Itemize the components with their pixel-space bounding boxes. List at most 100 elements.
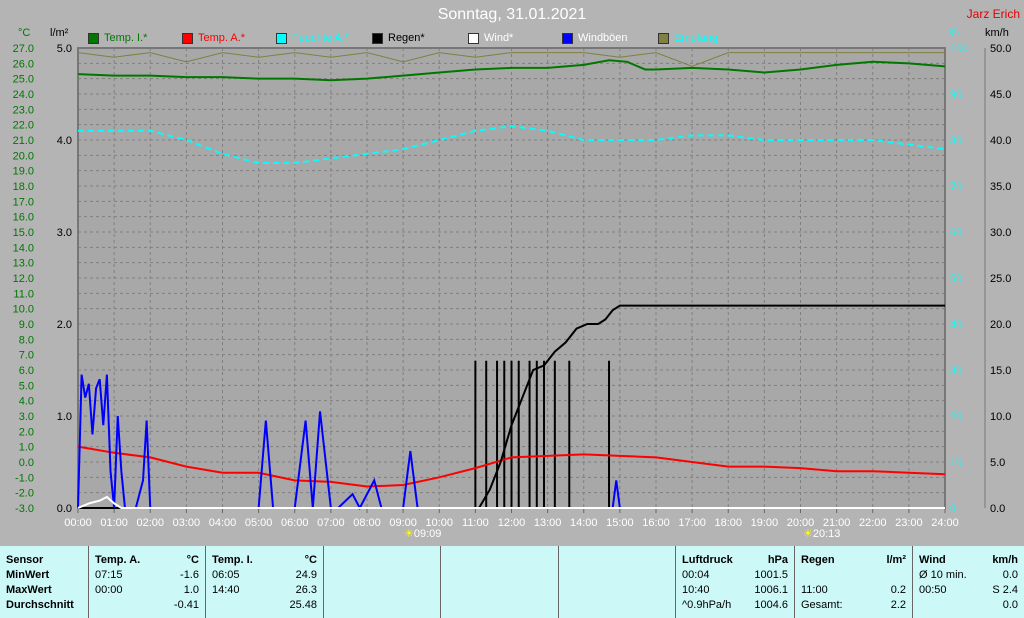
stats-table: Sensor MinWert MaxWert Durchschnitt Temp… <box>0 546 1024 618</box>
x-tick-label: 17:00 <box>678 517 706 529</box>
wind-tick-label: 20.0 <box>990 319 1011 331</box>
temp-tick-label: 12.0 <box>13 273 34 285</box>
rain-total: 2.2 <box>890 599 906 611</box>
temp-tick-label: -2.0 <box>15 488 34 500</box>
x-tick-label: 22:00 <box>859 517 887 529</box>
temp-tick-label: 6.0 <box>19 365 34 377</box>
sunrise-time: 09:09 <box>413 528 442 540</box>
rain-total-label: Gesamt: <box>801 599 843 611</box>
wind-tick-label: 5.0 <box>990 457 1005 469</box>
temp-tick-label: 11.0 <box>13 288 34 300</box>
temp-tick-label: 14.0 <box>13 242 34 254</box>
wind-head: Wind <box>919 554 946 566</box>
temp-a-max-time: 00:00 <box>95 584 123 596</box>
x-tick-label: 12:00 <box>498 517 526 529</box>
x-tick-label: 14:00 <box>570 517 598 529</box>
wind-last: 0.0 <box>1002 599 1018 611</box>
x-tick-label: 02:00 <box>136 517 164 529</box>
temp-a-avg: -0.41 <box>173 599 199 611</box>
x-tick-label: 04:00 <box>209 517 237 529</box>
temp-tick-label: 3.0 <box>19 411 34 423</box>
temp-tick-label: 23.0 <box>13 104 34 116</box>
temp-a-min: -1.6 <box>180 569 199 581</box>
wind-max: S 2.4 <box>992 584 1018 596</box>
press-max-time: 10:40 <box>682 584 710 596</box>
sunrise-marker: ☀09:09 <box>404 527 441 540</box>
press-head: Luftdruck <box>682 554 733 566</box>
x-tick-label: 19:00 <box>751 517 779 529</box>
x-tick-label: 13:00 <box>534 517 562 529</box>
hum-tick-label: 40 <box>950 319 962 331</box>
temp-i-min: 24.9 <box>295 569 317 581</box>
col-pressure: Luftdruck hPa 00:04 1001.5 10:40 1006.1 ^0.… <box>676 546 795 618</box>
rain-tick-label: 1.0 <box>57 411 72 423</box>
temp-tick-label: 22.0 <box>13 120 34 132</box>
temp-tick-label: 17.0 <box>13 196 34 208</box>
temp-a-head: Temp. A. <box>95 554 141 566</box>
wind-tick-label: 40.0 <box>990 135 1011 147</box>
hum-tick-label: 50 <box>950 273 962 285</box>
hum-tick-label: 80 <box>950 135 962 147</box>
press-max: 1006.1 <box>754 584 788 596</box>
hum-tick-label: 100 <box>950 43 968 55</box>
temp-tick-label: 19.0 <box>13 166 34 178</box>
temp-i-unit: °C <box>304 554 317 566</box>
press-trend: ^0.9hPa/h <box>682 599 732 611</box>
wind-max-time: 00:50 <box>919 584 947 596</box>
col-sensor: Sensor MinWert MaxWert Durchschnitt <box>0 546 89 618</box>
x-tick-label: 01:00 <box>100 517 128 529</box>
hum-tick-label: 20 <box>950 411 962 423</box>
col-empty-3 <box>559 546 676 618</box>
temp-tick-label: 2.0 <box>19 426 34 438</box>
temp-tick-label: 4.0 <box>19 396 34 408</box>
sunset-icon: ☀ <box>803 528 813 540</box>
wind-avg: 0.0 <box>1002 569 1018 581</box>
wind-unit-table: km/h <box>992 554 1018 566</box>
max-label: MaxWert <box>6 584 52 596</box>
temp-a-min-time: 07:15 <box>95 569 123 581</box>
x-tick-label: 16:00 <box>642 517 670 529</box>
press-min: 1001.5 <box>754 569 788 581</box>
temp-tick-label: 16.0 <box>13 212 34 224</box>
temp-tick-label: 13.0 <box>13 258 34 270</box>
hum-tick-label: 0 <box>950 503 956 515</box>
hum-tick-label: 10 <box>950 457 962 469</box>
min-label: MinWert <box>6 569 50 581</box>
temp-i-avg: 25.48 <box>289 599 317 611</box>
rain-unit-table: l/m² <box>886 554 906 566</box>
wind-avg-label: Ø 10 min. <box>919 569 967 581</box>
hum-tick-label: 70 <box>950 181 962 193</box>
wind-tick-label: 10.0 <box>990 411 1011 423</box>
temp-tick-label: 0.0 <box>19 457 34 469</box>
temp-tick-label: 18.0 <box>13 181 34 193</box>
rain-max: 0.2 <box>890 584 906 596</box>
temp-tick-label: 5.0 <box>19 380 34 392</box>
temp-tick-label: 1.0 <box>19 442 34 454</box>
x-tick-label: 05:00 <box>245 517 273 529</box>
wind-tick-label: 0.0 <box>990 503 1005 515</box>
x-tick-label: 00:00 <box>64 517 92 529</box>
rain-tick-label: 0.0 <box>57 503 72 515</box>
hum-tick-label: 60 <box>950 227 962 239</box>
wind-tick-label: 45.0 <box>990 89 1011 101</box>
temp-tick-label: -3.0 <box>15 503 34 515</box>
x-tick-label: 18:00 <box>714 517 742 529</box>
sunset-time: 20:13 <box>812 528 841 540</box>
sunrise-icon: ☀ <box>404 528 414 540</box>
temp-a-unit: °C <box>186 554 199 566</box>
rain-tick-label: 5.0 <box>57 43 72 55</box>
col-wind: Wind km/h Ø 10 min. 0.0 00:50 S 2.4 0.0 <box>913 546 1024 618</box>
wind-tick-label: 35.0 <box>990 181 1011 193</box>
x-tick-label: 03:00 <box>173 517 201 529</box>
press-avg: 1004.6 <box>754 599 788 611</box>
avg-label: Durchschnitt <box>6 599 74 611</box>
rain-tick-label: 3.0 <box>57 227 72 239</box>
temp-tick-label: 27.0 <box>13 43 34 55</box>
col-temp-i: Temp. I. °C 06:05 24.9 14:40 26.3 25.48 <box>206 546 324 618</box>
temp-tick-label: 10.0 <box>13 304 34 316</box>
temp-a-max: 1.0 <box>183 584 199 596</box>
rain-tick-label: 2.0 <box>57 319 72 331</box>
wind-tick-label: 50.0 <box>990 43 1011 55</box>
rain-head: Regen <box>801 554 835 566</box>
temp-i-head: Temp. I. <box>212 554 253 566</box>
